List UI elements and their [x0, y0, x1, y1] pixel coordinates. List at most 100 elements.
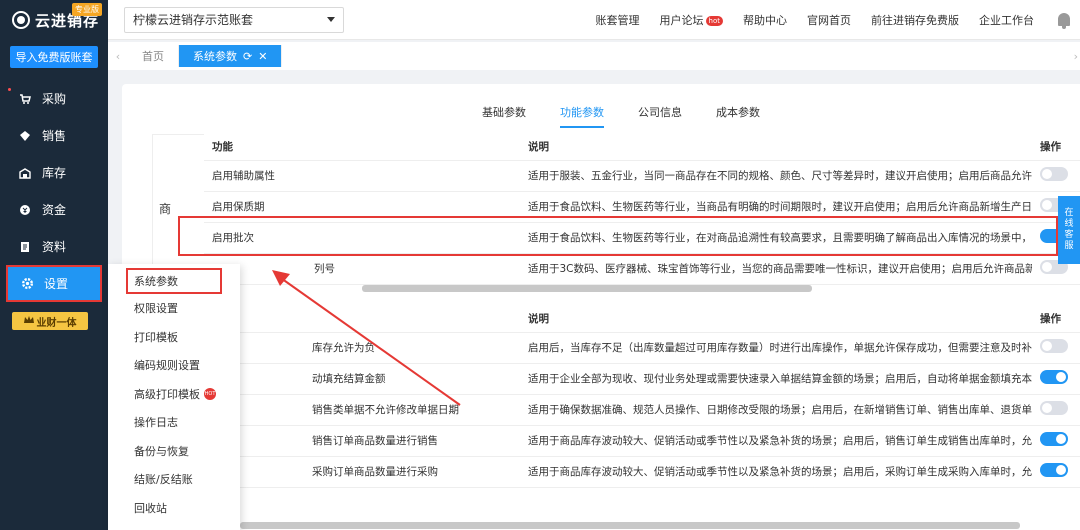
cs-char: 服 — [1064, 241, 1074, 251]
feature-desc: 启用后，当库存不足（出库数量超过可用库存数量）时进行出库操作，单据允许保存成功，… — [520, 332, 1032, 364]
feature-desc: 适用于企业全部为现收、现付业务处理或需要快速录入单据结算金额的场景；启用后，自动… — [520, 363, 1032, 395]
feature-toggle[interactable] — [1040, 339, 1068, 353]
refresh-icon[interactable]: ⟳ — [243, 50, 252, 63]
sidebar-item-label: 销售 — [42, 129, 67, 143]
sidebar-item-sales[interactable]: 销售 — [0, 117, 108, 154]
column-header: 说明 — [520, 134, 1032, 161]
close-icon[interactable]: ✕ — [258, 50, 267, 63]
tab-scroll-left-icon[interactable]: ‹ — [108, 50, 128, 63]
feature-desc: 适用于确保数据准确、规范人员操作、日期修改受限的场景；启用后，在新增销售订单、销… — [520, 394, 1032, 426]
table-row: 采购订单商品数量进行采购 适用于商品库存波动较大、促销活动或季节性以及紧急补货的… — [204, 456, 1080, 488]
tab-basic-params[interactable]: 基础参数 — [482, 104, 526, 128]
tab-label: 系统参数 — [193, 50, 237, 63]
table-row: 销售订单商品数量进行销售 适用于商品库存波动较大、促销活动或季节性以及紧急补货的… — [204, 425, 1080, 457]
link-enterprise-workbench[interactable]: 企业工作台 — [979, 12, 1034, 28]
link-help-center[interactable]: 帮助中心 — [743, 12, 787, 28]
column-header: 操作 — [1032, 134, 1080, 161]
feature-name: 采购订单商品数量进行采购 — [204, 456, 520, 488]
account-name: 柠檬云进销存示范账套 — [133, 13, 254, 27]
import-free-account-button[interactable]: 导入免费版账套 — [10, 46, 98, 68]
horizontal-scrollbar-bottom[interactable] — [240, 522, 1020, 529]
chevron-down-icon — [327, 17, 335, 22]
tab-system-params[interactable]: 系统参数 ⟳ ✕ — [179, 45, 283, 67]
feature-name: 启用辅助属性 — [204, 160, 520, 192]
sidebar-item-data[interactable]: 资料 — [0, 228, 108, 265]
logo-mark-icon — [12, 11, 30, 29]
submenu-system-params[interactable]: 系统参数 — [126, 268, 222, 294]
submenu-print-templates[interactable]: 打印模板 — [108, 323, 240, 352]
submenu-backup-restore[interactable]: 备份与恢复 — [108, 437, 240, 466]
feature-toggle[interactable] — [1040, 401, 1068, 415]
column-header: 说明 — [520, 306, 1032, 333]
submenu-operation-log[interactable]: 操作日志 — [108, 408, 240, 437]
link-user-forum[interactable]: 用户论坛 hot — [660, 12, 723, 28]
settings-submenu: 系统参数 权限设置 打印模板 编码规则设置 高级打印模板 HOT 操作日志 备份… — [108, 264, 240, 530]
submenu-permissions[interactable]: 权限设置 — [108, 294, 240, 323]
finance-integration-label: 业财一体 — [36, 317, 77, 329]
app-logo: 云进销存 专业版 — [0, 0, 108, 40]
bell-icon[interactable] — [1058, 13, 1070, 29]
cs-char: 客 — [1064, 230, 1074, 240]
annotation-arrow-icon — [272, 270, 461, 406]
submenu-recycle-bin[interactable]: 回收站 — [108, 494, 240, 523]
forum-label: 用户论坛 — [659, 13, 704, 27]
sidebar-item-inventory[interactable]: 库存 — [0, 154, 108, 191]
column-header: 功能 — [204, 134, 520, 161]
sidebar-item-label: 资金 — [42, 203, 67, 217]
online-service-button[interactable]: 在 线 客 服 — [1058, 196, 1080, 264]
sidebar-item-label: 库存 — [42, 166, 67, 180]
sidebar-item-label: 采购 — [42, 92, 67, 106]
tab-row: ‹ 首页 系统参数 ⟳ ✕ › — [108, 42, 1080, 70]
section-label: 商 — [158, 202, 171, 216]
coin-icon — [18, 203, 32, 217]
sidebar: 云进销存 专业版 导入免费版账套 采购 销售 库存 资金 资料 设置 业财一体 — [0, 0, 108, 530]
hot-badge: hot — [705, 15, 723, 26]
batch-row-highlight — [178, 216, 1058, 256]
feature-desc: 适用于商品库存波动较大、促销活动或季节性以及紧急补货的场景；启用后，采购订单生成… — [520, 456, 1032, 488]
top-links: 账套管理 用户论坛 hot 帮助中心 官网首页 前往进销存免费版 企业工作台 — [596, 12, 1080, 29]
sidebar-item-funds[interactable]: 资金 — [0, 191, 108, 228]
tab-scroll-right-icon[interactable]: › — [1074, 50, 1078, 63]
feature-desc: 适用于3C数码、医疗器械、珠宝首饰等行业，当您的商品需要唯一性标识，建议开启使用… — [520, 253, 1032, 285]
param-tabs: 基础参数 功能参数 公司信息 成本参数 — [482, 104, 760, 128]
gem-icon — [18, 129, 32, 143]
link-free-version[interactable]: 前往进销存免费版 — [871, 12, 959, 28]
feature-name: 销售订单商品数量进行销售 — [204, 425, 520, 457]
feature-toggle[interactable] — [1040, 167, 1068, 181]
table-row: 启用辅助属性 适用于服装、五金行业，当同一商品存在不同的规格、颜色、尺寸等差异时… — [204, 160, 1080, 192]
feature-toggle[interactable] — [1040, 463, 1068, 477]
feature-desc: 适用于服装、五金行业，当同一商品存在不同的规格、颜色、尺寸等差异时，建议开启使用… — [520, 160, 1032, 192]
notification-dot — [8, 88, 11, 91]
link-account-management[interactable]: 账套管理 — [596, 12, 640, 28]
sidebar-item-settings[interactable]: 设置 — [6, 265, 102, 302]
tab-function-params[interactable]: 功能参数 — [560, 104, 604, 128]
tab-company-info[interactable]: 公司信息 — [638, 104, 682, 128]
submenu-closing[interactable]: 结账/反结账 — [108, 465, 240, 494]
edition-badge: 专业版 — [72, 3, 102, 16]
top-bar: 柠檬云进销存示范账套 账套管理 用户论坛 hot 帮助中心 官网首页 前往进销存免… — [108, 0, 1080, 40]
sidebar-item-label: 设置 — [44, 277, 69, 291]
warehouse-icon — [18, 166, 32, 180]
column-header: 操作 — [1032, 306, 1080, 333]
tab-cost-params[interactable]: 成本参数 — [716, 104, 760, 128]
finance-integration-button[interactable]: 业财一体 — [12, 312, 88, 330]
cart-icon — [18, 92, 32, 106]
cs-char: 在 — [1064, 208, 1074, 218]
feature-desc: 适用于商品库存波动较大、促销活动或季节性以及紧急补货的场景；启用后，销售订单生成… — [520, 425, 1032, 457]
sidebar-item-label: 资料 — [42, 240, 67, 254]
tab-home[interactable]: 首页 — [128, 45, 179, 67]
submenu-label: 高级打印模板 — [134, 387, 200, 401]
feature-toggle[interactable] — [1040, 370, 1068, 384]
tab-right-controls: › — [1074, 50, 1080, 63]
account-selector[interactable]: 柠檬云进销存示范账套 — [124, 6, 344, 33]
sidebar-item-purchase[interactable]: 采购 — [0, 80, 108, 117]
cs-char: 线 — [1064, 219, 1074, 229]
document-icon — [18, 240, 32, 254]
link-official-home[interactable]: 官网首页 — [807, 12, 851, 28]
feature-toggle[interactable] — [1040, 432, 1068, 446]
crown-icon — [23, 315, 34, 327]
gear-icon — [20, 277, 34, 291]
submenu-code-rules[interactable]: 编码规则设置 — [108, 351, 240, 380]
hot-badge-icon: HOT — [204, 387, 216, 400]
submenu-advanced-print[interactable]: 高级打印模板 HOT — [108, 380, 240, 409]
